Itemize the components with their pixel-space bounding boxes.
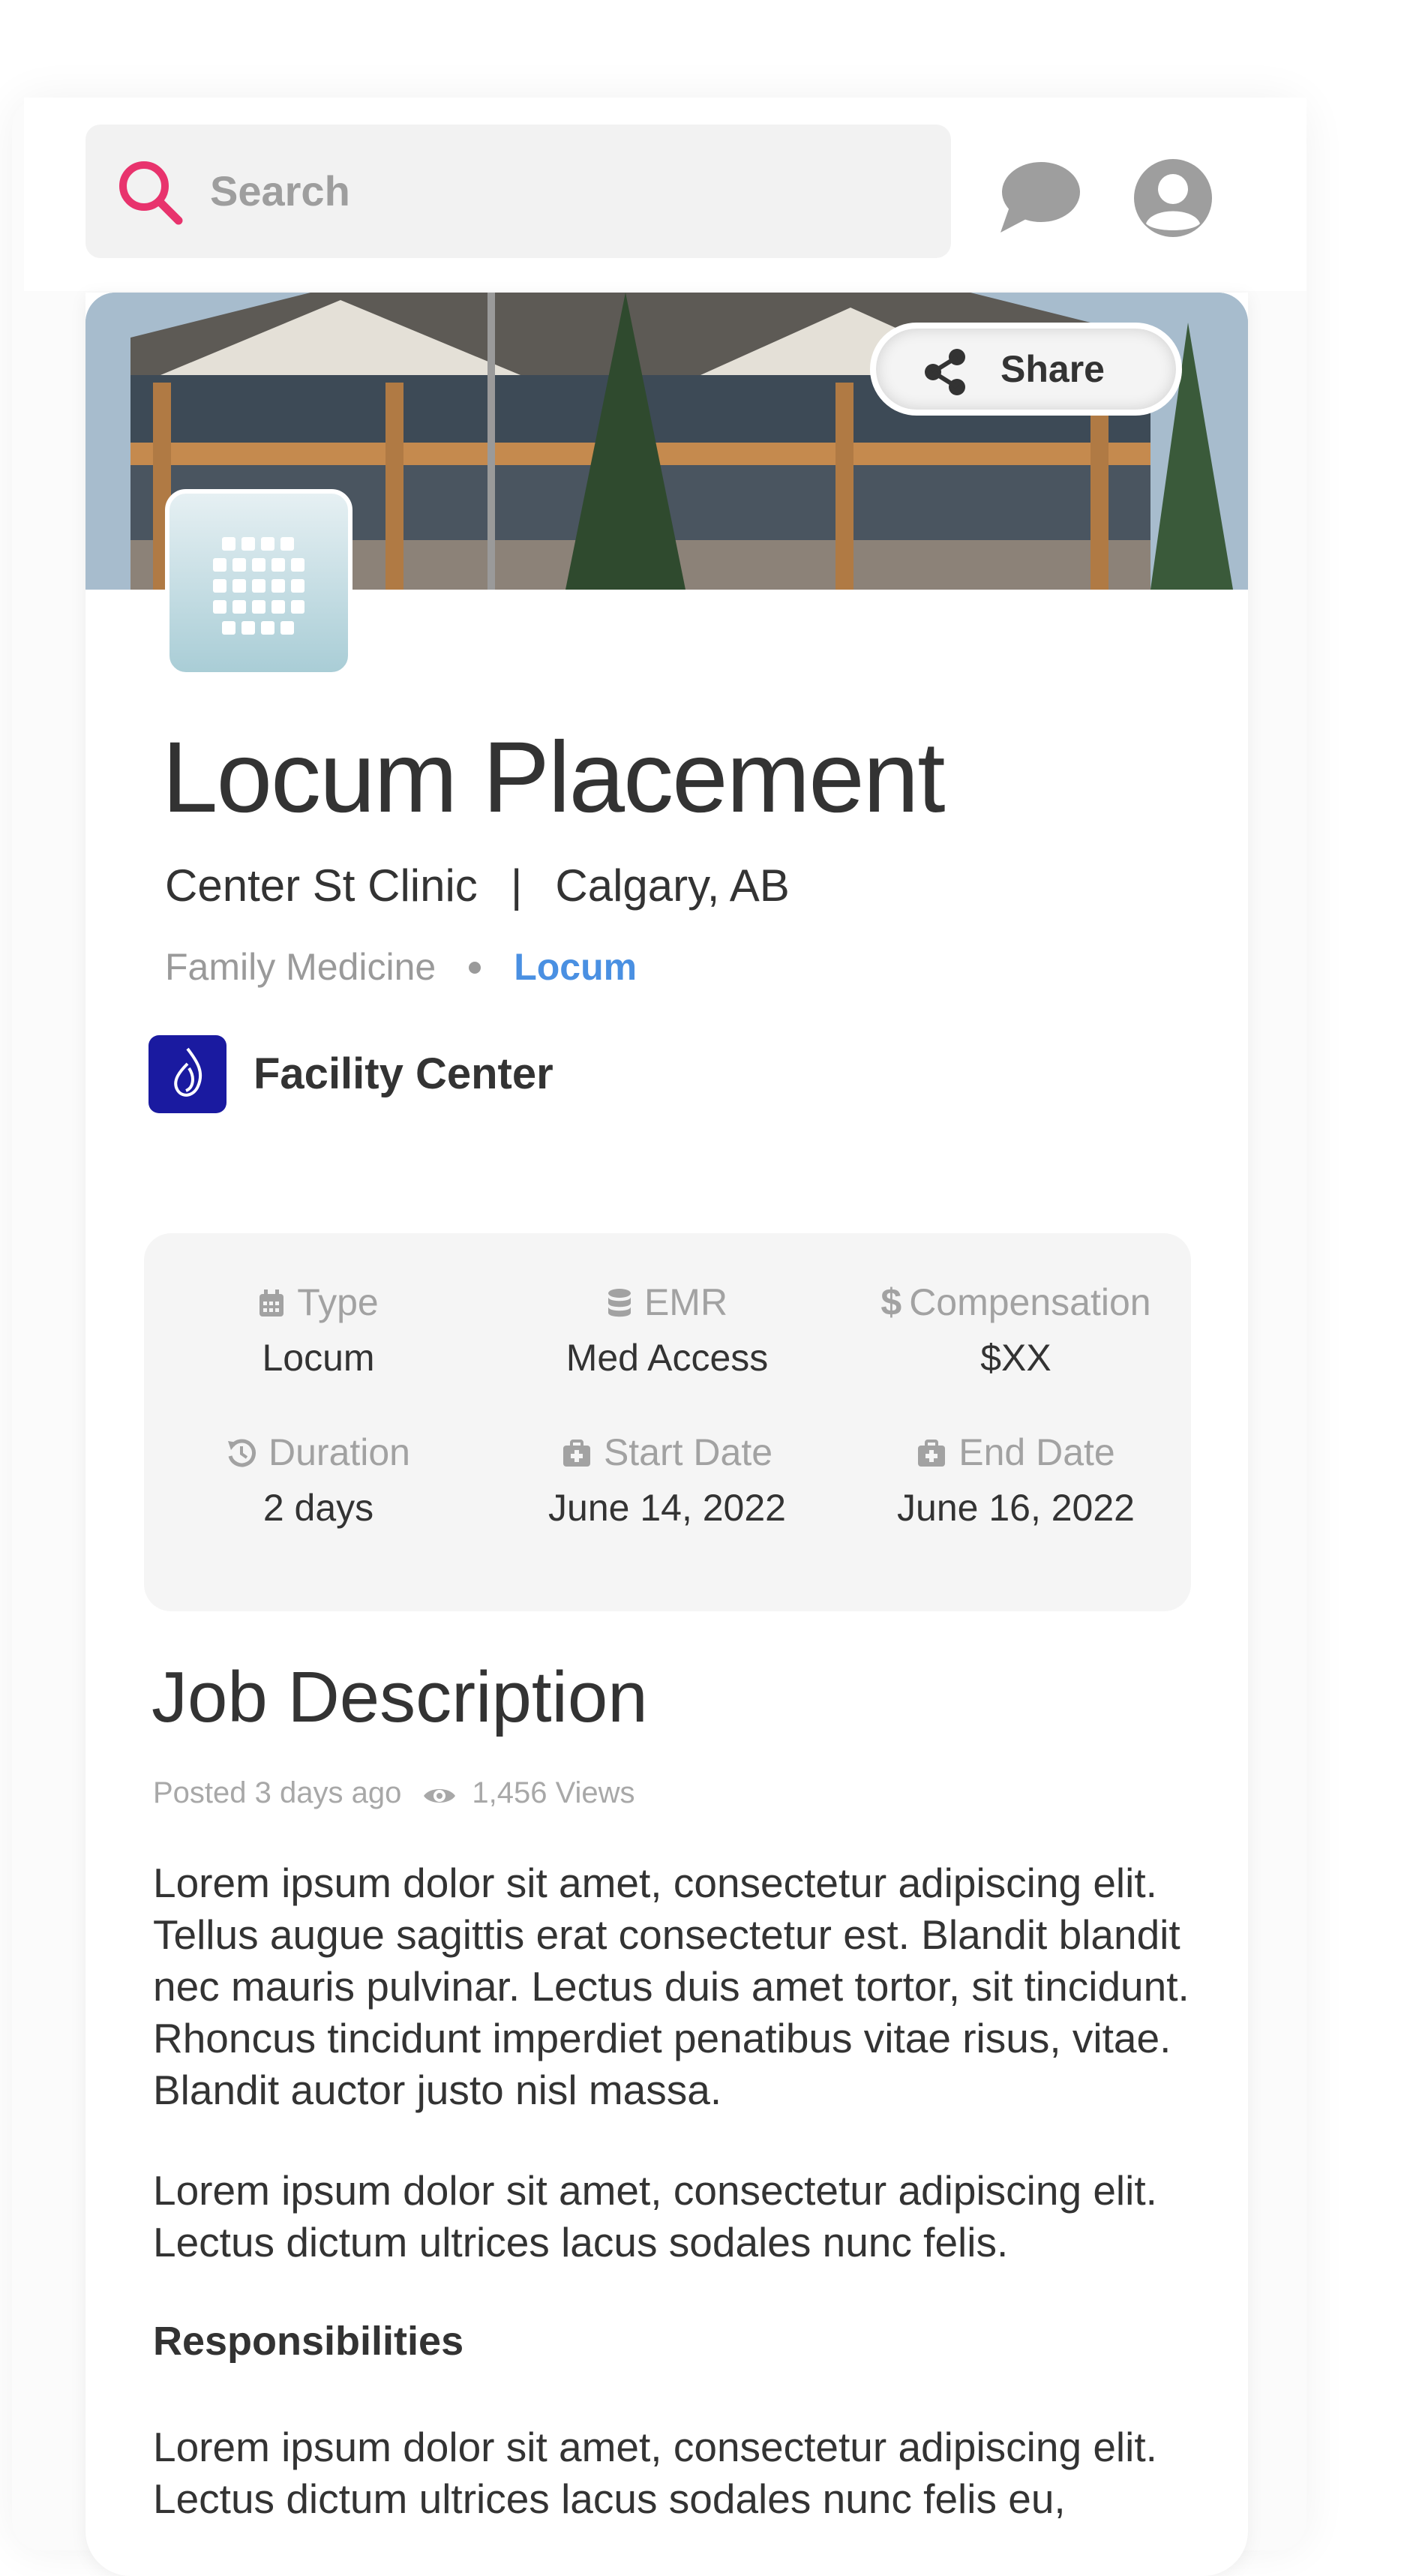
grid-logo-icon <box>213 537 304 635</box>
placement-type-tag[interactable]: Locum <box>514 946 637 988</box>
search-icon <box>119 161 183 225</box>
database-icon <box>608 1289 631 1317</box>
job-description-heading: Job Description <box>152 1657 648 1737</box>
posted-time: Posted 3 days ago <box>153 1776 402 1809</box>
clinic-name[interactable]: Center St Clinic <box>165 860 478 911</box>
dot-separator <box>469 961 482 974</box>
job-tags: Family Medicine Locum <box>165 945 637 989</box>
detail-compensation: $ Compensation $XX <box>842 1280 1190 1380</box>
separator: | <box>510 860 523 911</box>
medical-kit-icon <box>562 1440 590 1467</box>
emr-value: Med Access <box>566 1337 769 1379</box>
chat-icon[interactable] <box>996 158 1082 236</box>
post-meta: Posted 3 days ago 1,456 Views <box>153 1776 635 1810</box>
share-label: Share <box>1000 348 1105 390</box>
type-value: Locum <box>262 1337 375 1379</box>
share-icon <box>925 349 965 395</box>
clinic-logo <box>165 489 352 677</box>
type-label: Type <box>297 1281 379 1323</box>
job-card: Share Locum Placement Center St Clinic | C… <box>86 293 1248 2576</box>
description-paragraph-1: Lorem ipsum dolor sit amet, consectetur … <box>153 1860 1190 2113</box>
detail-start-date: Start Date June 14, 2022 <box>493 1430 842 1530</box>
search-input[interactable]: Search <box>210 125 350 258</box>
description-paragraph-2: Lorem ipsum dolor sit amet, consectetur … <box>153 2167 1157 2265</box>
medical-kit-icon <box>918 1440 946 1467</box>
job-title: Locum Placement <box>162 722 946 833</box>
view-count: 1,456 Views <box>472 1776 635 1809</box>
compensation-label: Compensation <box>909 1281 1151 1323</box>
detail-type: Type Locum <box>144 1280 493 1380</box>
emr-label: EMR <box>644 1281 728 1323</box>
location: Calgary, AB <box>555 860 790 911</box>
share-button[interactable]: Share <box>870 323 1182 416</box>
facility-name: Facility Center <box>254 1049 554 1098</box>
specialty-tag: Family Medicine <box>165 946 436 988</box>
detail-emr: EMR Med Access <box>493 1280 842 1380</box>
calendar-icon <box>260 1290 284 1317</box>
start-date-value: June 14, 2022 <box>548 1487 786 1529</box>
start-date-label: Start Date <box>603 1431 773 1473</box>
end-date-value: June 16, 2022 <box>897 1487 1135 1529</box>
flame-logo-icon <box>174 1047 202 1097</box>
duration-label: Duration <box>268 1431 410 1473</box>
detail-end-date: End Date June 16, 2022 <box>842 1430 1190 1530</box>
duration-value: 2 days <box>262 1487 374 1529</box>
responsibilities-heading: Responsibilities <box>153 2319 464 2364</box>
account-icon[interactable] <box>1132 158 1214 239</box>
detail-duration: Duration 2 days <box>144 1430 493 1530</box>
facility-logo <box>148 1035 226 1113</box>
compensation-value: $XX <box>980 1337 1052 1379</box>
clinic-location: Center St Clinic | Calgary, AB <box>165 860 790 911</box>
eye-icon <box>424 1789 456 1803</box>
end-date-label: End Date <box>958 1431 1115 1473</box>
responsibilities-paragraph: Lorem ipsum dolor sit amet, consectetur … <box>153 2424 1157 2522</box>
job-details-panel: Type Locum EMR Med Access $ Compensation … <box>144 1233 1191 1611</box>
dollar-icon: $ <box>880 1281 902 1323</box>
history-icon <box>228 1439 256 1467</box>
search-bar[interactable]: Search <box>86 125 951 258</box>
